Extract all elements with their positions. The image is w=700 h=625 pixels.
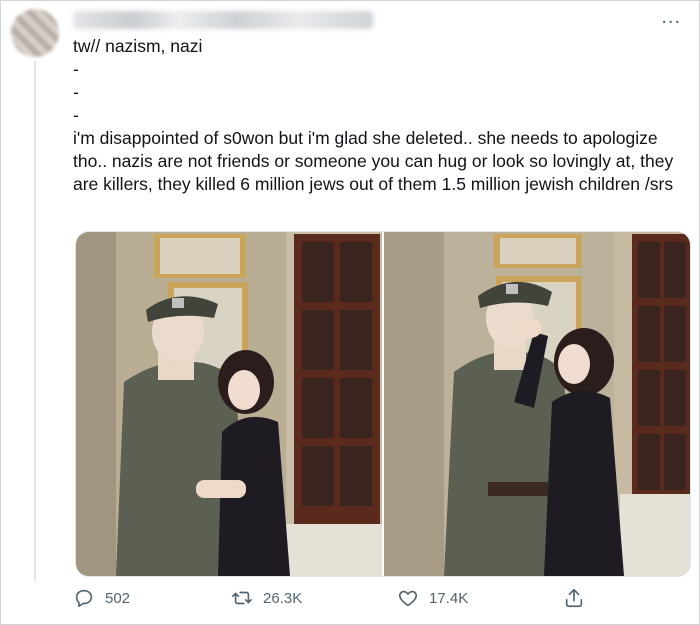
tweet-card: ... tw// nazism, nazi - - - i'm disappoi… xyxy=(0,0,700,625)
like-count: 17.4K xyxy=(429,589,469,607)
reply-icon xyxy=(75,589,93,608)
like-button[interactable]: 17.4K xyxy=(397,587,468,609)
reply-button[interactable]: 502 xyxy=(73,587,130,609)
retweet-count: 26.3K xyxy=(263,589,303,607)
photo-right[interactable] xyxy=(384,232,690,576)
photo-left[interactable] xyxy=(76,232,382,576)
thread-line xyxy=(34,61,36,581)
retweet-icon xyxy=(232,591,252,605)
avatar[interactable] xyxy=(11,9,59,57)
photo-grid xyxy=(75,231,691,577)
action-bar: 502 26.3K 17.4K xyxy=(73,587,613,615)
tweet-text: tw// nazism, nazi - - - i'm disappointed… xyxy=(73,36,674,194)
author-name-blurred[interactable] xyxy=(73,11,373,29)
retweet-button[interactable]: 26.3K xyxy=(231,587,302,609)
more-icon[interactable]: ... xyxy=(661,7,681,27)
heart-icon xyxy=(398,590,418,607)
share-icon xyxy=(565,588,583,608)
share-button[interactable] xyxy=(563,587,585,609)
reply-count: 502 xyxy=(105,589,131,607)
